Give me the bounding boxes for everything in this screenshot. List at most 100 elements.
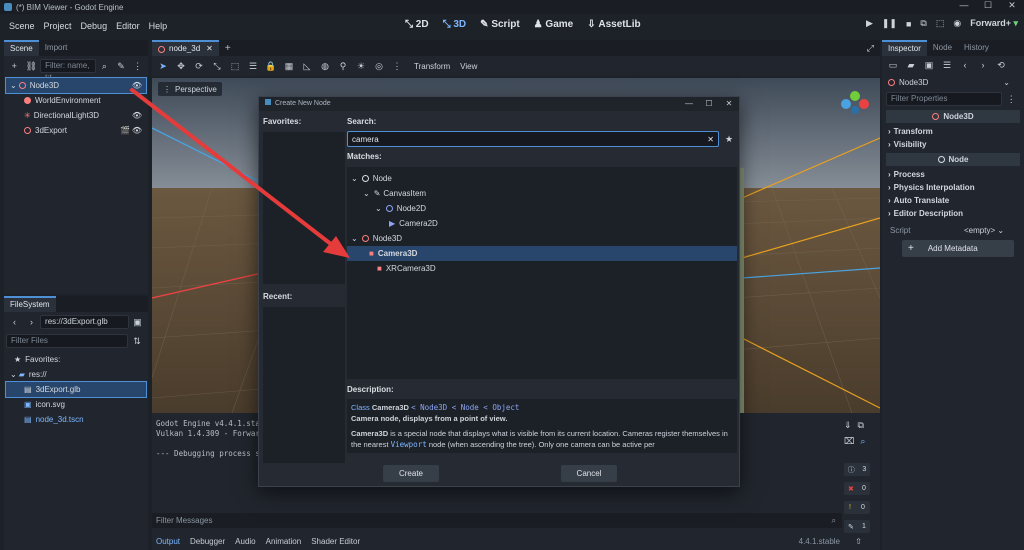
scene-node-3dexport[interactable]: 3dExport 🎬 👁 [6, 123, 146, 138]
tab-output[interactable]: Output [156, 537, 180, 546]
pin-panel-icon[interactable]: ⇧ [855, 537, 862, 546]
collapse-icon[interactable]: ⌄ [351, 174, 358, 183]
fs-res-root[interactable]: ⌄ ▰ res:// [6, 367, 146, 382]
tab-node[interactable]: Node [927, 40, 958, 56]
ruler-icon[interactable]: ◺ [301, 60, 313, 72]
match-camera2d[interactable]: ▶ Camera2D [347, 216, 737, 231]
search-icon[interactable]: ⌕ [860, 436, 865, 447]
tab-scene[interactable]: Scene [4, 40, 39, 56]
clear-search-icon[interactable]: ✕ [707, 135, 714, 144]
clapper-icon[interactable]: 🎬 [120, 126, 130, 135]
collapse-icon[interactable]: ⌄ [10, 370, 17, 379]
sun-icon[interactable]: ☀ [355, 60, 367, 72]
section-process[interactable]: › Process [882, 168, 1024, 181]
scene-node-worldenvironment[interactable]: WorldEnvironment [6, 93, 146, 108]
menu-debug[interactable]: Debug [81, 21, 108, 31]
extra-icon[interactable]: ☰ [941, 59, 953, 71]
tab-history[interactable]: History [958, 40, 995, 56]
match-camera3d[interactable]: ■ Camera3D [347, 246, 737, 261]
editor-count-badge[interactable]: ✎ 1 [844, 520, 870, 533]
match-node[interactable]: ⌄ Node [347, 171, 737, 186]
favorite-star-icon[interactable]: ★ [725, 134, 733, 145]
move-tool-icon[interactable]: ✥ [175, 60, 187, 72]
history-icon[interactable]: ⟲ [995, 59, 1007, 71]
visibility-icon[interactable]: 👁 [132, 111, 142, 120]
collapse-icon[interactable]: ⌄ [363, 189, 370, 198]
filesystem-filter-input[interactable]: Filter Files [6, 334, 128, 348]
fs-item-3dexport[interactable]: ▤ 3dExport.glb [5, 381, 147, 398]
menu-view[interactable]: View [460, 62, 477, 71]
create-button[interactable]: Create [383, 465, 439, 482]
lock-icon[interactable]: 🔒 [265, 60, 277, 72]
close-button[interactable]: ✕ [1000, 0, 1024, 11]
tab-debugger[interactable]: Debugger [190, 537, 225, 546]
search-input[interactable]: camera ✕ [347, 131, 719, 147]
scene-filter-input[interactable]: Filter: name, t:t [40, 59, 97, 82]
more-icon[interactable]: ⋮ [391, 60, 403, 72]
error-count-badge[interactable]: ✖ 0 [844, 482, 870, 495]
workspace-script[interactable]: ✎ Script [480, 19, 520, 30]
tab-shader-editor[interactable]: Shader Editor [311, 537, 360, 546]
match-xrcamera3d[interactable]: ■ XRCamera3D [347, 261, 737, 276]
select-tool-icon[interactable]: ➤ [157, 60, 169, 72]
forward-icon[interactable]: › [977, 59, 989, 71]
filter-properties-input[interactable]: Filter Properties [886, 92, 1003, 106]
filter-messages-input[interactable]: Filter Messages ⌕ [152, 513, 842, 528]
environment-icon[interactable]: ◎ [373, 60, 385, 72]
minimize-button[interactable]: — [952, 0, 976, 11]
maximize-button[interactable]: ☐ [976, 0, 1000, 11]
tab-filesystem[interactable]: FileSystem [4, 296, 56, 312]
script-icon[interactable]: ✎ [116, 60, 127, 72]
stop-icon[interactable]: ■ [906, 19, 911, 29]
fs-item-icon[interactable]: ▣ icon.svg [6, 397, 146, 412]
workspace-2d[interactable]: ⤡ 2D [405, 19, 429, 30]
play-icon[interactable]: ▶ [866, 18, 873, 29]
section-editor-description[interactable]: › Editor Description [882, 207, 1024, 220]
section-transform[interactable]: › Transform [882, 125, 1024, 138]
menu-project[interactable]: Project [44, 21, 72, 31]
filesystem-path-input[interactable]: res://3dExport.glb [40, 315, 129, 329]
local-space-icon[interactable]: ◍ [319, 60, 331, 72]
favorites-list[interactable] [263, 132, 345, 284]
copy-icon[interactable]: ⧉ [858, 420, 864, 431]
selectable-icon[interactable]: ⬚ [229, 60, 241, 72]
rotate-tool-icon[interactable]: ⟳ [193, 60, 205, 72]
open-folder-icon[interactable]: ▰ [905, 59, 917, 71]
link-icon[interactable]: ⛓ [26, 60, 37, 72]
add-node-icon[interactable]: + [9, 60, 20, 72]
visibility-icon[interactable]: 👁 [132, 81, 142, 90]
dialog-maximize-button[interactable]: ☐ [699, 97, 719, 111]
play-scene-icon[interactable]: ⧉ [920, 18, 926, 29]
cancel-button[interactable]: Cancel [561, 465, 617, 482]
workspace-game[interactable]: ♟ Game [534, 19, 574, 30]
warning-count-badge[interactable]: ! 0 [844, 501, 870, 514]
new-resource-icon[interactable]: ▭ [887, 59, 899, 71]
snap-icon[interactable]: ⚲ [337, 60, 349, 72]
group-icon[interactable]: ▦ [283, 60, 295, 72]
save-icon[interactable]: ▣ [923, 59, 935, 71]
pause-icon[interactable]: ❚❚ [882, 18, 897, 29]
sort-icon[interactable]: ⇅ [131, 335, 143, 347]
collapse-icon[interactable]: ⌄ [351, 234, 358, 243]
menu-scene[interactable]: Scene [9, 21, 35, 31]
tab-inspector[interactable]: Inspector [882, 40, 927, 56]
close-tab-icon[interactable]: ✕ [206, 42, 213, 56]
menu-editor[interactable]: Editor [116, 21, 140, 31]
more-icon[interactable]: ⋮ [132, 60, 143, 72]
section-visibility[interactable]: › Visibility [882, 138, 1024, 151]
perspective-menu[interactable]: ⋮ Perspective [158, 82, 222, 96]
message-count-badge[interactable]: ⓘ 3 [844, 463, 870, 476]
tab-import[interactable]: Import [39, 40, 74, 56]
workspace-3d[interactable]: ⤡ 3D [443, 19, 467, 30]
movie-icon[interactable]: ◉ [953, 18, 961, 29]
back-icon[interactable]: ‹ [9, 316, 20, 328]
menu-help[interactable]: Help [149, 21, 168, 31]
match-node3d[interactable]: ⌄ Node3D [347, 231, 737, 246]
play-custom-icon[interactable]: ⬚ [936, 18, 945, 29]
fs-item-node3d-scene[interactable]: ▤ node_3d.tscn [6, 412, 146, 427]
fullscreen-icon[interactable]: ⤢ [867, 43, 874, 54]
dialog-close-button[interactable]: ✕ [719, 97, 739, 111]
fs-favorites[interactable]: ★ Favorites: [6, 352, 146, 367]
settings-icon[interactable]: ⋮ [1005, 93, 1017, 105]
scene-node-directionallight3d[interactable]: ✳ DirectionalLight3D 👁 [6, 108, 146, 123]
